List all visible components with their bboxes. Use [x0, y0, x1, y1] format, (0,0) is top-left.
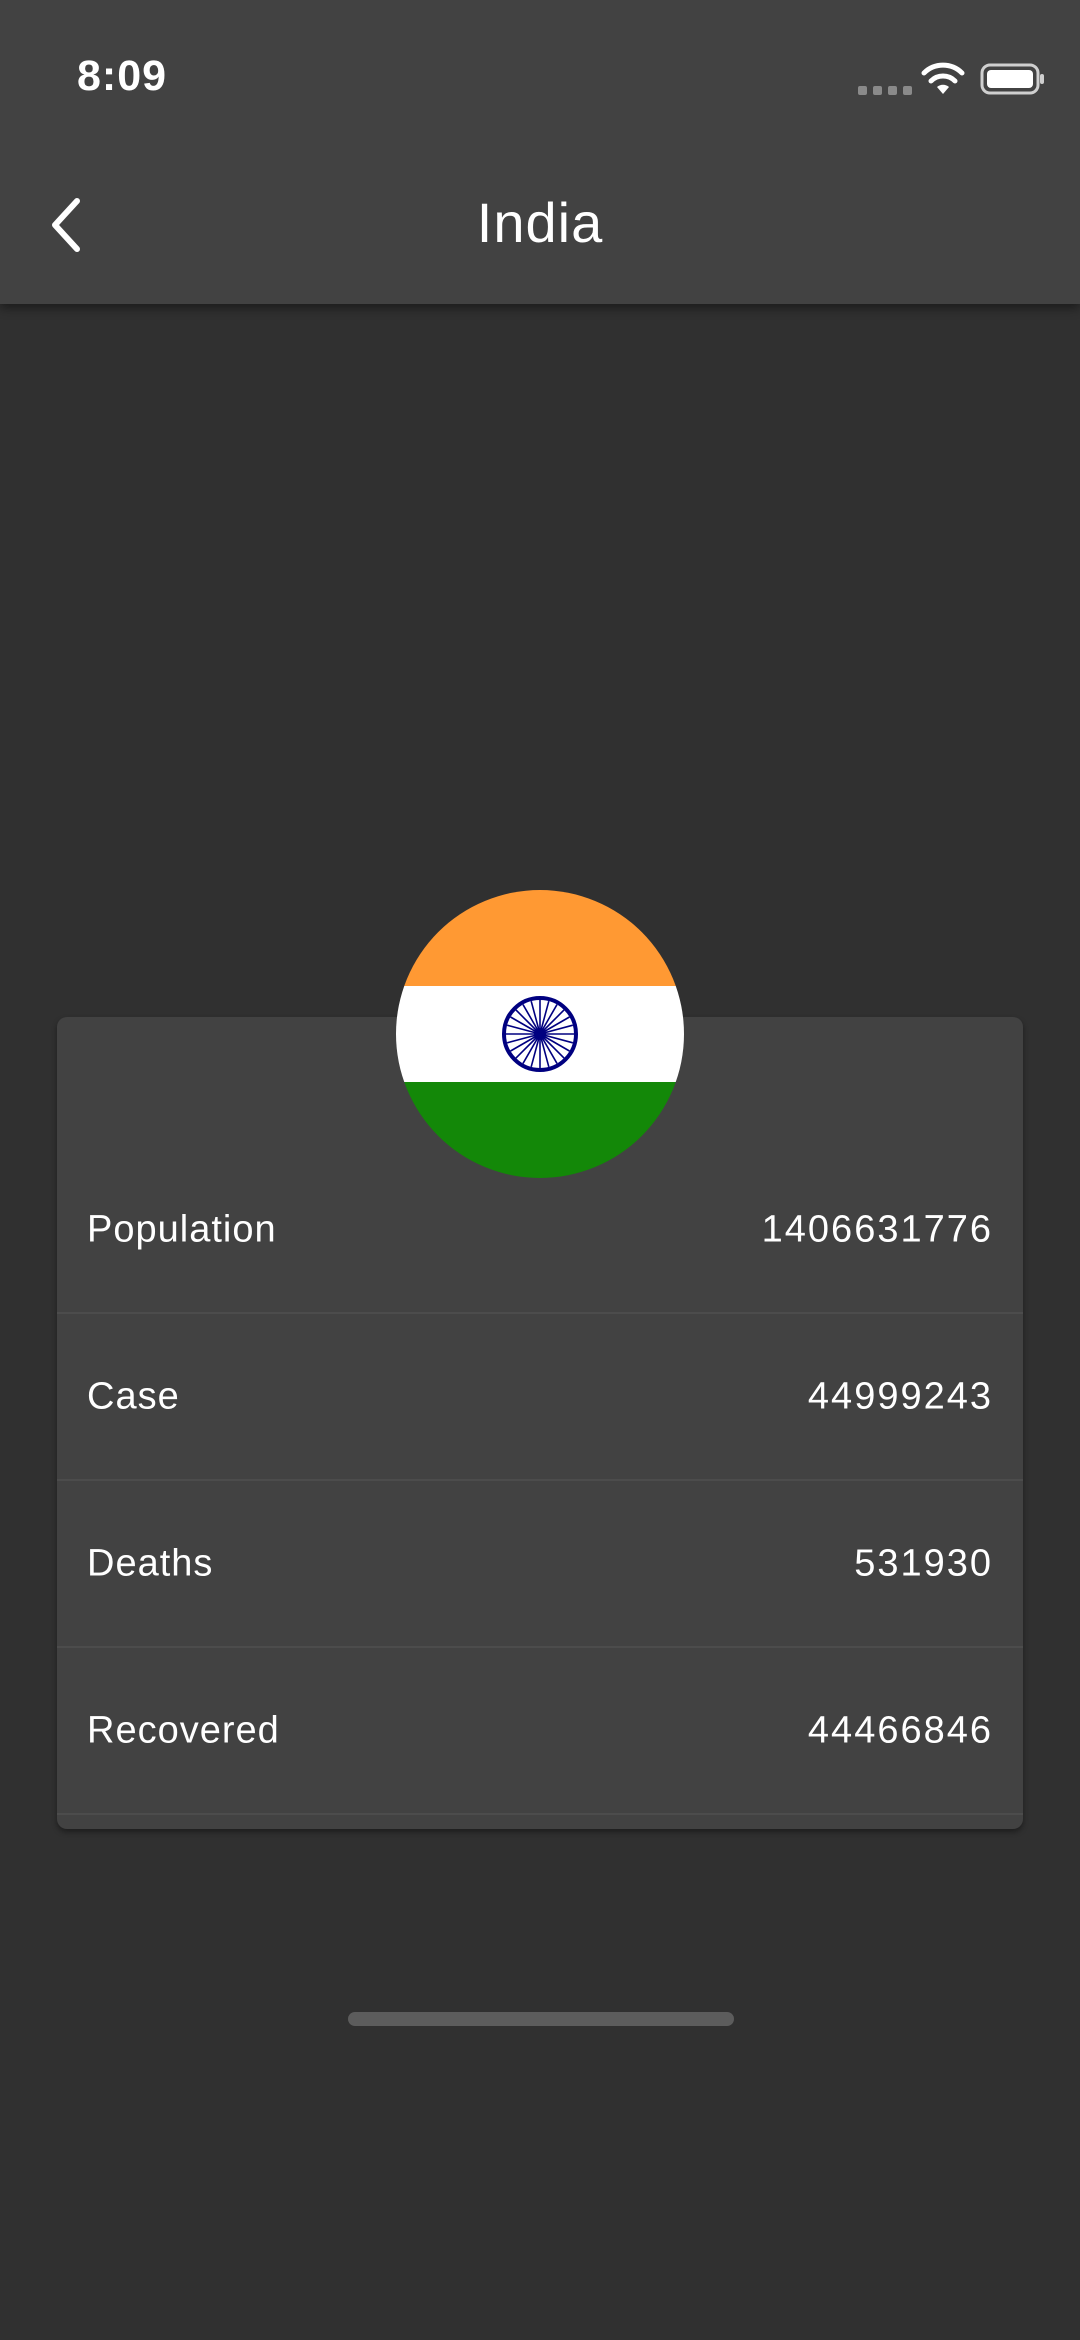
app-bar: 8:09 India: [0, 0, 1080, 304]
wifi-icon: [921, 62, 965, 94]
stat-value: 44466846: [807, 1709, 993, 1751]
home-indicator[interactable]: [348, 2012, 734, 2026]
battery-icon: [980, 63, 1044, 95]
stat-value: 1406631776: [761, 1208, 993, 1250]
stat-value: 531930: [854, 1542, 993, 1584]
ashoka-chakra-icon: [502, 996, 578, 1072]
country-flag-image: [396, 890, 684, 1178]
stat-row-recovered: Recovered 44466846: [57, 1648, 1023, 1815]
stat-row-deaths: Deaths 531930: [57, 1481, 1023, 1648]
cellular-signal-icon: [858, 86, 912, 95]
stat-label: Recovered: [87, 1709, 280, 1751]
stat-value: 44999243: [807, 1375, 993, 1417]
stat-label: Population: [87, 1208, 277, 1250]
status-time: 8:09: [77, 52, 168, 100]
stat-label: Case: [87, 1375, 180, 1417]
page-title: India: [476, 191, 604, 254]
flag-saffron-stripe: [396, 890, 684, 986]
stat-row-cases: Case 44999243: [57, 1314, 1023, 1481]
stat-label: Deaths: [87, 1542, 214, 1584]
